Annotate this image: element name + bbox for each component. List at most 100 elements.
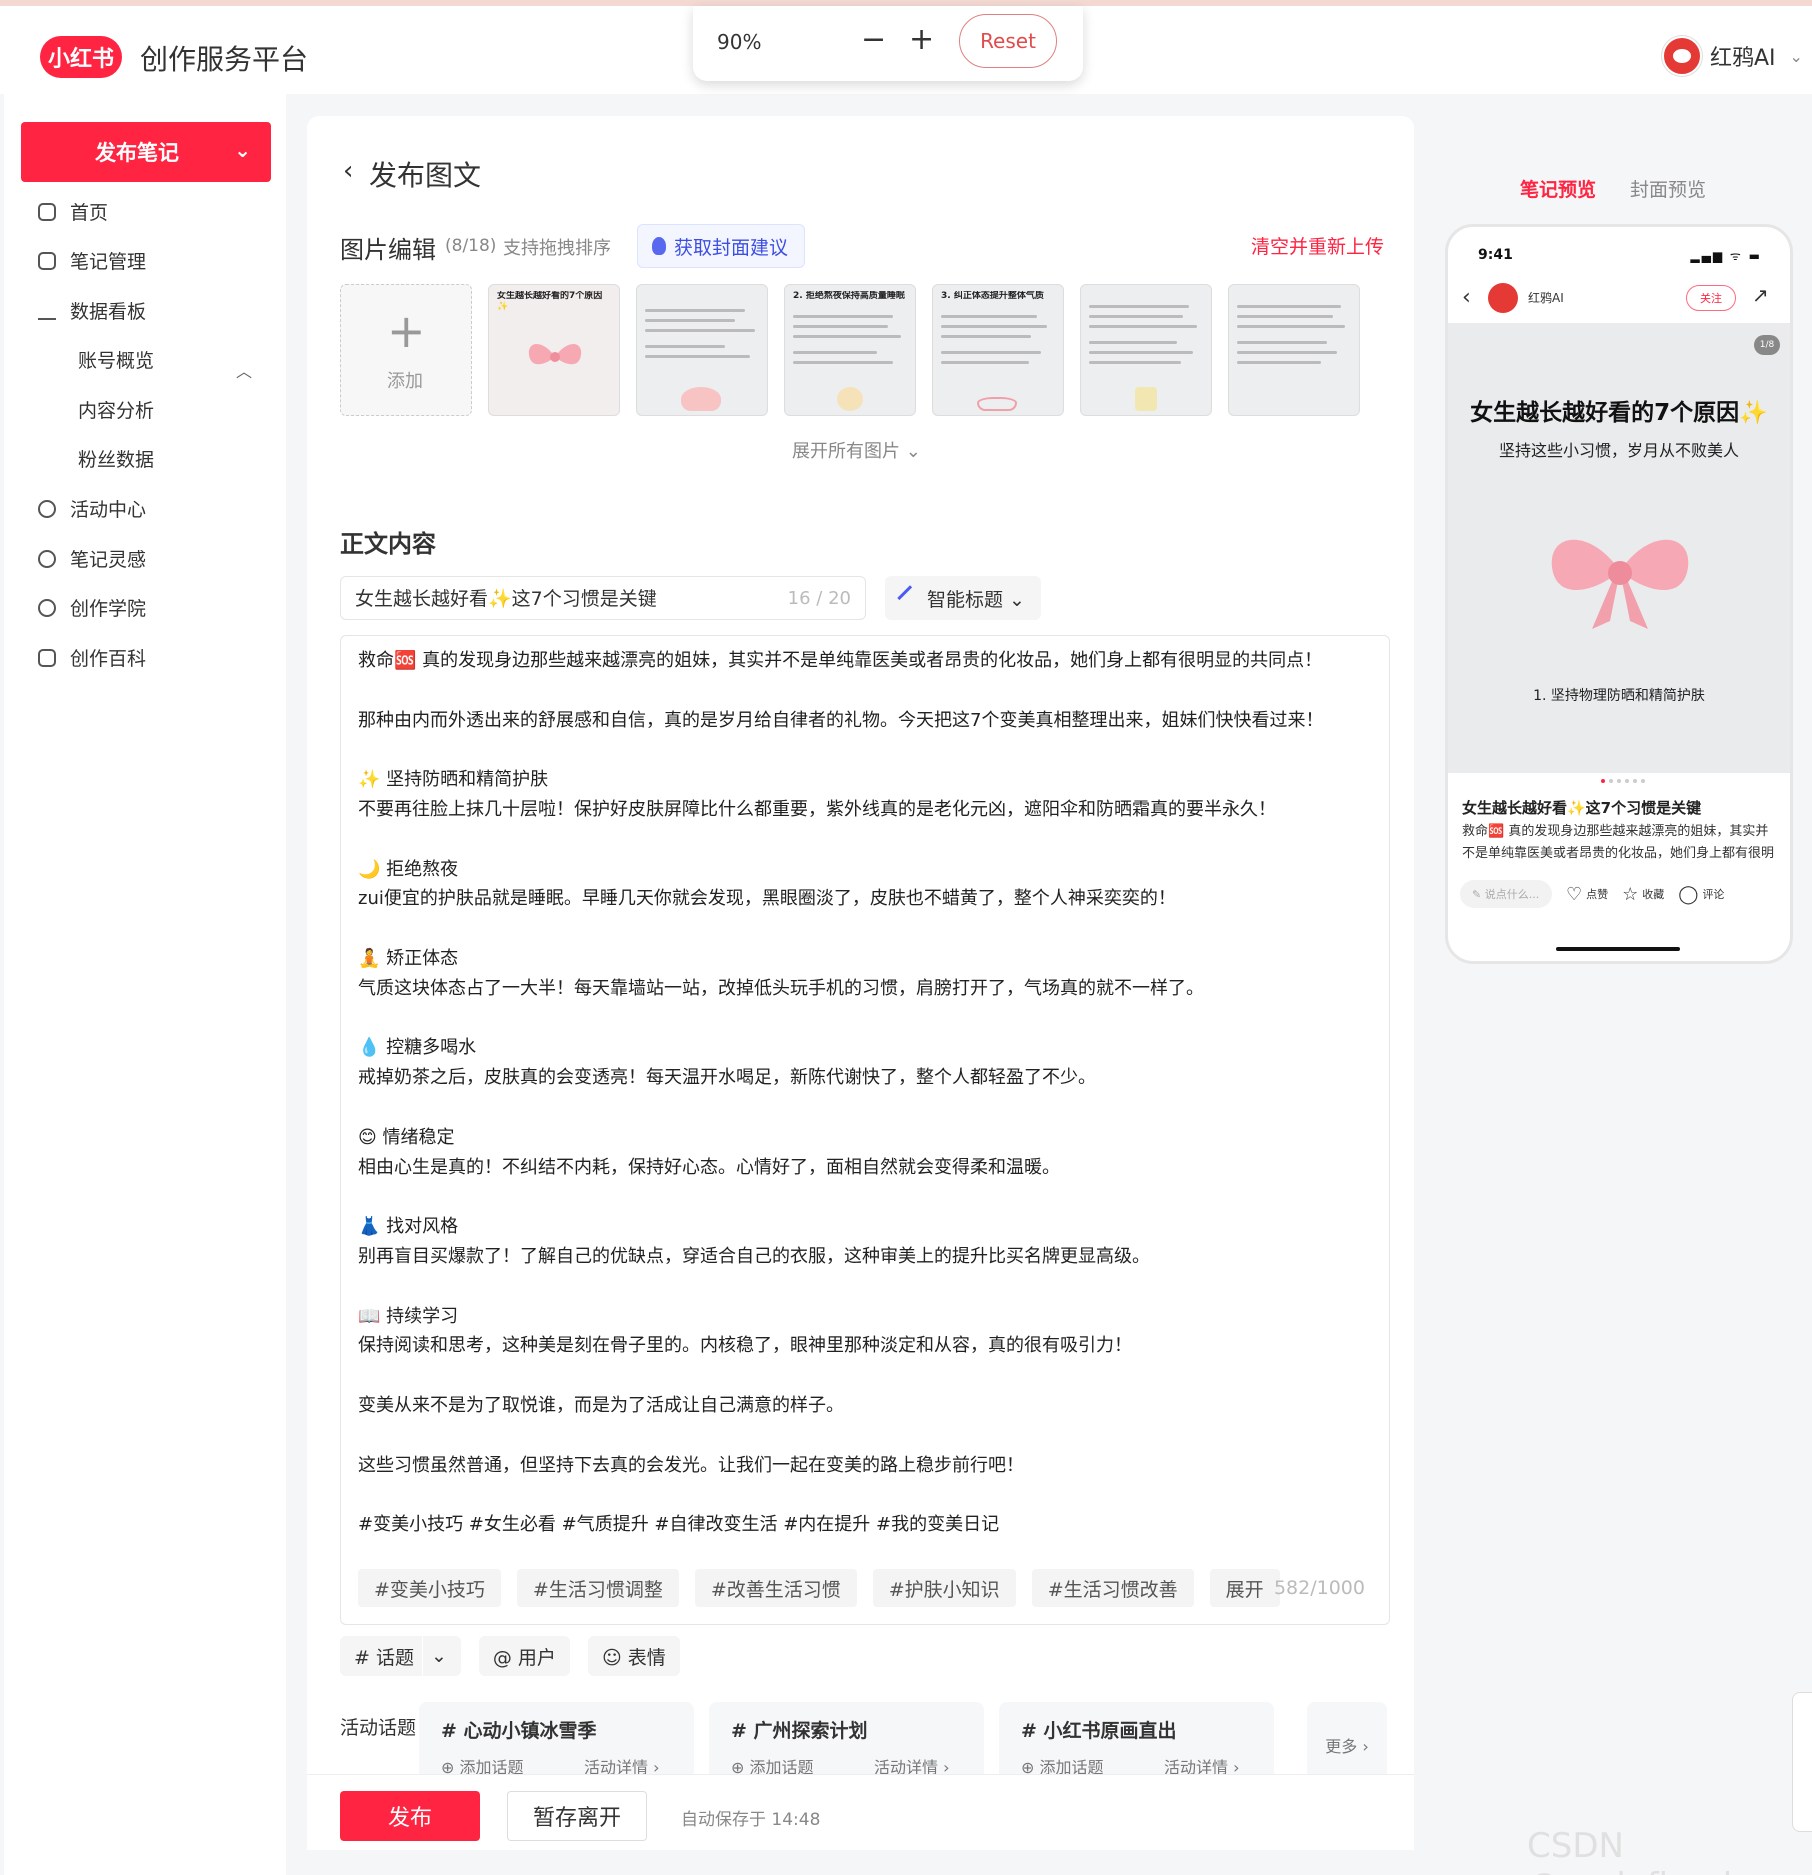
comment-icon: ◯	[1678, 883, 1699, 905]
image-edit-title: 图片编辑	[340, 236, 436, 264]
bow-icon	[528, 344, 582, 365]
title-input[interactable]	[355, 586, 755, 608]
sidebar-item-label: 首页	[70, 202, 109, 224]
body-editor[interactable]: 救命🆘 真的发现身边那些越来越漂亮的姐妹，其实并不是单纯靠医美或者昂贵的化妆品，…	[340, 635, 1390, 1625]
cover-suggestion-button[interactable]: 获取封面建议	[637, 224, 806, 268]
zoom-control: 90% − + Reset	[693, 6, 1083, 81]
image-thumbnail[interactable]: 3. 纠正体态提升整体气质	[932, 284, 1064, 416]
tag-chip[interactable]: #变美小技巧	[358, 1569, 501, 1607]
preview-note-body: 救命🆘 真的发现身边那些越来越漂亮的姐妹，其实并不是单纯靠医美或者昂贵的化妆品，…	[1462, 824, 1775, 861]
cover-title: 女生越长越好看的7个原因✨	[1470, 400, 1768, 426]
publish-note-label: 发布笔记	[95, 141, 179, 165]
tab-cover-preview[interactable]: 封面预览	[1630, 175, 1706, 202]
chevron-down-icon[interactable]: ⌄	[431, 1645, 447, 1667]
sidebar-item-account-overview[interactable]: 账号概览	[78, 346, 154, 373]
activity-icon	[38, 499, 56, 518]
sidebar-item-activity[interactable]: 活动中心	[38, 495, 146, 522]
follow-button: 关注	[1686, 285, 1736, 311]
sidebar-item-fans-data[interactable]: 粉丝数据	[78, 445, 154, 472]
thumbnail-title: 2. 拒绝熬夜保持高质量睡眠	[793, 291, 905, 301]
footer-bar: 发布 暂存离开 自动保存于 14:48	[307, 1774, 1414, 1850]
image-thumbnail[interactable]: 女生越长越好看的7个原因✨	[488, 284, 620, 416]
sidebar-item-home[interactable]: 首页	[38, 198, 108, 225]
sidebar-item-label: 笔记灵感	[70, 549, 147, 571]
body-text[interactable]: 救命🆘 真的发现身边那些越来越漂亮的姐妹，其实并不是单纯靠医美或者昂贵的化妆品，…	[358, 646, 1368, 1540]
glass-icon	[1135, 387, 1157, 411]
phone-time: 9:41	[1478, 247, 1513, 263]
inspiration-icon	[38, 549, 56, 568]
mention-user-button[interactable]: @ 用户	[478, 1636, 570, 1676]
save-and-leave-button[interactable]: 暂存离开	[507, 1791, 647, 1841]
chevron-down-icon: ⌄	[1789, 46, 1803, 66]
user-name: 红鸦AI	[1710, 46, 1776, 71]
sidebar: 发布笔记 ⌄ 首页 笔记管理 数据看板 ︿ 账号概览 内容分析 粉丝数据 活动中…	[4, 94, 286, 1875]
tag-chip[interactable]: #护肤小知识	[872, 1569, 1016, 1607]
hanger-icon	[977, 397, 1017, 411]
brand-title: 创作服务平台	[140, 43, 309, 76]
body-char-count: 582/1000	[1273, 1577, 1365, 1599]
suggested-tags: #变美小技巧 #生活习惯调整 #改善生活习惯 #护肤小知识 #生活习惯改善 展开	[358, 1569, 1280, 1607]
preview-tabs: 笔记预览 封面预览	[1520, 175, 1706, 202]
sidebar-item-label: 数据看板	[70, 301, 147, 323]
sidebar-item-inspiration[interactable]: 笔记灵感	[38, 545, 146, 572]
help-float-tab[interactable]	[1792, 1692, 1812, 1832]
zoom-out-button[interactable]: −	[861, 22, 886, 57]
sidebar-item-content-analysis[interactable]: 内容分析	[78, 396, 154, 423]
chevron-up-icon[interactable]: ︿	[236, 358, 252, 382]
expand-all-images[interactable]: 展开所有图片 ⌄	[792, 437, 921, 463]
activity-topics-label: 活动话题	[340, 1717, 417, 1739]
title-char-count: 16 / 20	[787, 588, 851, 609]
sidebar-item-wiki[interactable]: 创作百科	[38, 644, 146, 671]
title-field: 16 / 20	[340, 576, 866, 620]
watermark: CSDN @undefined	[1527, 1826, 1732, 1875]
expand-tags-button[interactable]: 展开	[1209, 1569, 1280, 1607]
back-icon: ‹	[1462, 285, 1471, 310]
publish-note-button[interactable]: 发布笔记 ⌄	[21, 122, 271, 182]
sidebar-item-academy[interactable]: 创作学院	[38, 594, 146, 621]
collect-action: ☆ 收藏	[1622, 883, 1665, 905]
image-thumbnails: + 添加 女生越长越好看的7个原因✨ 2. 拒绝熬夜保持高质量睡眠 3. 纠正体…	[340, 284, 1400, 424]
topic-label: # 话题	[354, 1646, 414, 1669]
sidebar-item-label: 活动中心	[70, 499, 147, 521]
preview-author-name: 红鸦AI	[1528, 291, 1564, 305]
user-menu[interactable]: 红鸦AI ⌄	[1662, 36, 1803, 76]
publish-button[interactable]: 发布	[340, 1791, 480, 1841]
zoom-reset-button[interactable]: Reset	[959, 14, 1057, 68]
image-thumbnail[interactable]	[1228, 284, 1360, 416]
page-title: 发布图文	[369, 159, 482, 192]
sidebar-item-notes[interactable]: 笔记管理	[38, 247, 146, 274]
drag-sort-hint: 支持拖拽排序	[503, 238, 611, 259]
plus-icon: +	[387, 304, 426, 358]
home-indicator	[1556, 947, 1680, 951]
thumbnail-title	[1089, 291, 1205, 313]
image-thumbnail[interactable]	[1080, 284, 1212, 416]
sidebar-item-label: 创作百科	[70, 648, 147, 670]
phone-preview: 9:41 ▂▄▆ ᯤ ▬ ‹ 红鸦AI 关注 ↗ 1/8 女生越长越好看的7个原…	[1445, 224, 1793, 964]
smart-title-label: 智能标题 ⌄	[927, 588, 1025, 611]
bulb-icon	[652, 237, 666, 255]
add-image-button[interactable]: + 添加	[340, 284, 472, 416]
smart-title-button[interactable]: 智能标题 ⌄	[885, 576, 1041, 620]
zoom-in-button[interactable]: +	[909, 22, 934, 57]
preview-action-bar: ✎ 说点什么... ♡ 点赞 ☆ 收藏 ◯ 评论	[1460, 879, 1784, 909]
tag-chip[interactable]: #改善生活习惯	[694, 1569, 857, 1607]
hat-icon	[681, 387, 721, 411]
brand-logo[interactable]: 小红书	[40, 36, 122, 78]
autosave-status: 自动保存于 14:48	[681, 1810, 821, 1830]
comment-input: ✎ 说点什么...	[1460, 880, 1552, 908]
tag-chip[interactable]: #生活习惯改善	[1031, 1569, 1194, 1607]
image-thumbnail[interactable]: 2. 拒绝熬夜保持高质量睡眠	[784, 284, 916, 416]
image-index-badge: 1/8	[1754, 335, 1780, 355]
cover-subtitle: 坚持这些小习惯，岁月从不败美人	[1498, 441, 1739, 460]
sidebar-item-dashboard[interactable]: 数据看板	[38, 297, 146, 324]
topic-button[interactable]: # 话题 ⌄	[340, 1636, 461, 1676]
emoji-button[interactable]: ☺ 表情	[587, 1636, 680, 1676]
add-image-label: 添加	[387, 371, 423, 392]
activity-topic-title: # 心动小镇冰雪季	[441, 1720, 597, 1742]
tab-note-preview[interactable]: 笔记预览	[1520, 175, 1596, 202]
image-thumbnail[interactable]	[636, 284, 768, 416]
clear-reupload-link[interactable]: 清空并重新上传	[1251, 232, 1384, 259]
back-icon[interactable]: ‹	[343, 156, 353, 186]
tag-chip[interactable]: #生活习惯调整	[516, 1569, 679, 1607]
avatar	[1488, 283, 1518, 313]
